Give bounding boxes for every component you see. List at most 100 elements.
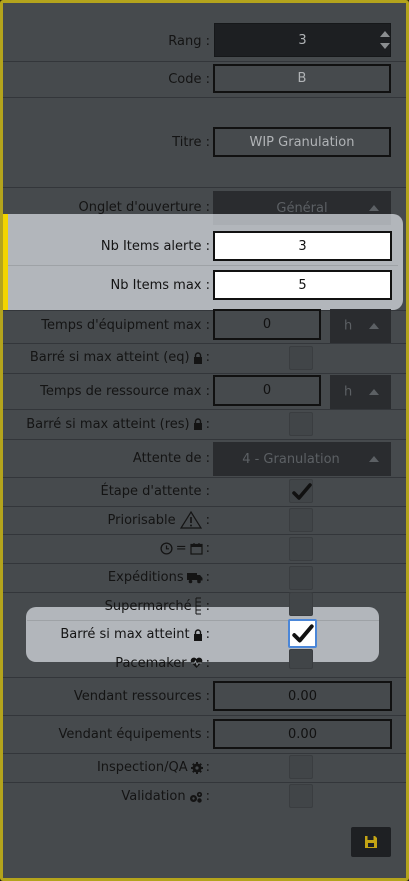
temps-eq-unit-select[interactable]: h [330, 309, 391, 343]
row-rang: Rang : 3 [3, 21, 406, 61]
clock-equals: = [175, 541, 187, 556]
row-vendant-eq: Vendant équipements : 0.00 [3, 715, 406, 753]
form-panel: Rang : 3 Code : B Titre : WIP Granulatio… [0, 0, 409, 881]
clock-calendar-suffix: : [205, 541, 210, 556]
barre-max-text: Barré si max atteint [60, 627, 190, 642]
barre-res-label: Barré si max atteint (res) : [26, 409, 210, 439]
vendant-res-label: Vendant ressources : [73, 688, 210, 704]
barre-eq-checkbox[interactable] [289, 346, 313, 370]
expeditions-label: Expéditions : [108, 563, 210, 592]
supermarche-suffix: : [205, 598, 210, 614]
save-icon [365, 836, 377, 848]
priorisable-suffix: : [205, 512, 210, 528]
barre-res-checkbox[interactable] [289, 412, 313, 436]
pacemaker-checkbox[interactable] [289, 649, 313, 669]
row-temps-eq: Temps d'équipment max : 0 h [3, 307, 406, 343]
titre-value: WIP Granulation [249, 134, 355, 150]
barre-eq-suffix: : [205, 350, 210, 365]
warning-icon [179, 510, 202, 529]
row-attente: Attente de : 4 - Granulation [3, 439, 406, 477]
temps-res-input[interactable]: 0 [213, 375, 321, 406]
row-barre-res: Barré si max atteint (res) : [3, 409, 406, 439]
priorisable-text: Priorisable [107, 512, 176, 528]
etape-label: Étape d'attente : [100, 484, 211, 499]
barre-res-text: Barré si max atteint (res) [26, 416, 190, 432]
save-button[interactable] [351, 827, 391, 857]
barre-max-checkbox[interactable] [288, 619, 317, 648]
titre-input[interactable]: WIP Granulation [213, 127, 391, 157]
barre-eq-text: Barré si max atteint (eq) [29, 350, 190, 365]
temps-res-unit-select[interactable]: h [330, 375, 391, 409]
vendant-eq-input[interactable]: 0.00 [213, 719, 392, 749]
expeditions-checkbox[interactable] [289, 566, 313, 590]
nb-alerte-input[interactable]: 3 [213, 231, 392, 261]
caret-up-icon [369, 389, 379, 395]
row-barre-eq: Barré si max atteint (eq) : [3, 343, 406, 372]
temps-eq-unit: h [344, 318, 353, 334]
row-temps-res: Temps de ressource max : 0 h [3, 373, 406, 409]
spin-up-icon[interactable] [380, 31, 390, 37]
etape-checkbox[interactable] [289, 479, 313, 503]
row-titre: Titre : WIP Granulation [3, 97, 406, 187]
code-input[interactable]: B [213, 64, 391, 93]
rang-input[interactable]: 3 [214, 23, 391, 57]
row-expeditions: Expéditions : [3, 563, 406, 592]
nb-max-input[interactable]: 5 [213, 270, 392, 300]
inspection-text: Inspection/QA [96, 760, 188, 775]
attente-value: 4 - Granulation [242, 451, 340, 467]
pacemaker-text: Pacemaker [115, 655, 187, 671]
barre-max-suffix: : [205, 627, 210, 642]
rang-label: Rang : [168, 33, 210, 49]
supermarche-checkbox[interactable] [289, 592, 313, 616]
row-supermarche: Supermarché : [3, 592, 406, 620]
temps-eq-input[interactable]: 0 [213, 309, 321, 340]
vendant-res-input[interactable]: 0.00 [213, 681, 392, 711]
caret-up-icon [369, 205, 379, 211]
gear-icon [190, 761, 203, 774]
clock-calendar-label: = : [160, 534, 210, 563]
calendar-icon [190, 543, 203, 555]
nb-max-label: Nb Items max : [110, 277, 210, 293]
vendant-eq-label: Vendant équipements : [58, 726, 210, 742]
barre-res-suffix: : [205, 416, 210, 432]
row-code: Code : B [3, 61, 406, 97]
expeditions-text: Expéditions [107, 570, 184, 585]
priorisable-checkbox[interactable] [289, 508, 313, 532]
validation-checkbox[interactable] [289, 784, 313, 808]
spin-down-icon[interactable] [380, 43, 390, 49]
row-barre-max: Barré si max atteint : [3, 619, 406, 649]
temps-res-label: Temps de ressource max : [40, 383, 210, 399]
vendant-res-value: 0.00 [288, 688, 317, 704]
row-etape: Étape d'attente : [3, 477, 406, 506]
vendant-eq-value: 0.00 [288, 726, 317, 742]
expeditions-suffix: : [205, 570, 210, 585]
row-vendant-res: Vendant ressources : 0.00 [3, 677, 406, 715]
nb-alerte-label: Nb Items alerte : [100, 238, 210, 254]
checkmark-icon [292, 624, 314, 643]
pacemaker-label: Pacemaker : [115, 649, 210, 677]
nb-alerte-value: 3 [298, 238, 307, 254]
clock-calendar-checkbox[interactable] [289, 537, 313, 561]
validation-suffix: : [205, 789, 210, 804]
heartbeat-icon [190, 657, 202, 668]
cogs-icon [189, 791, 202, 803]
supermarche-label: Supermarché : [105, 592, 210, 620]
barre-max-label: Barré si max atteint : [60, 620, 210, 649]
attente-label: Attente de : [132, 450, 210, 466]
caret-up-icon [369, 456, 379, 462]
checkmark-icon [292, 483, 312, 500]
barre-eq-label: Barré si max atteint (eq) : [30, 343, 210, 372]
row-validation: Validation : [3, 782, 406, 811]
nb-max-value: 5 [298, 277, 307, 293]
code-label: Code : [168, 71, 210, 87]
truck-icon [186, 572, 203, 583]
inspection-checkbox[interactable] [289, 755, 313, 779]
lock-icon [193, 351, 202, 364]
attente-select[interactable]: 4 - Granulation [213, 442, 391, 476]
validation-text: Validation [121, 789, 186, 804]
row-nb-max: Nb Items max : 5 [3, 265, 406, 305]
rang-value: 3 [298, 32, 307, 48]
priorisable-label: Priorisable : [108, 506, 210, 534]
inspection-suffix: : [205, 760, 210, 775]
clock-icon [160, 542, 173, 555]
